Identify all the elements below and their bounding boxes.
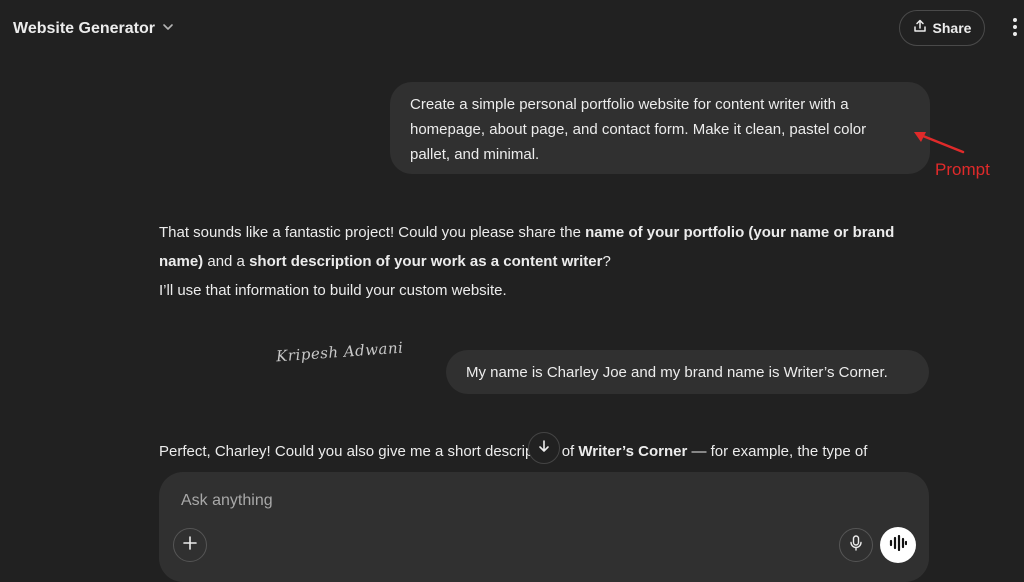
user-message: Create a simple personal portfolio websi… [390, 82, 930, 174]
plus-icon [183, 535, 197, 555]
chevron-down-icon [161, 20, 175, 39]
annotation-label: Prompt [935, 160, 990, 179]
signature-watermark: Kripesh Adwani [275, 338, 404, 366]
text-run: — for example, the type of [687, 443, 868, 460]
text-run: ? [602, 253, 611, 270]
assistant-paragraph: That sounds like a fantastic project! Co… [159, 218, 919, 276]
composer [159, 472, 929, 582]
bold-text: short description of your work as a cont… [249, 253, 603, 270]
share-label: Share [932, 20, 972, 36]
top-bar: Website Generator Share [0, 0, 1024, 58]
annotation-arrow-icon [914, 132, 965, 154]
voice-mode-button[interactable] [880, 527, 916, 563]
share-icon [913, 19, 927, 38]
assistant-paragraph: I’ll use that information to build your … [159, 282, 507, 299]
user-message-text: Create a simple personal portfolio websi… [410, 96, 867, 163]
share-button[interactable]: Share [899, 10, 985, 46]
text-run: and a [203, 253, 250, 270]
dictate-button[interactable] [839, 528, 873, 562]
more-options-button[interactable] [1005, 16, 1024, 42]
user-message-text: My name is Charley Joe and my brand name… [466, 364, 888, 381]
mic-icon [849, 534, 863, 556]
scroll-down-button[interactable] [528, 432, 560, 464]
prompt-input[interactable] [179, 486, 823, 516]
bold-text: Writer’s Corner [578, 443, 688, 460]
attach-button[interactable] [173, 528, 207, 562]
assistant-message: That sounds like a fantastic project! Co… [159, 218, 919, 305]
user-message: My name is Charley Joe and my brand name… [446, 350, 929, 394]
arrow-down-icon [537, 439, 551, 458]
model-title: Website Generator [13, 20, 155, 37]
text-run: That sounds like a fantastic project! Co… [159, 224, 586, 241]
text-run: Perfect, Charley! Could you also give me… [159, 443, 579, 460]
model-selector[interactable]: Website Generator [13, 18, 175, 40]
voice-waveform-icon [889, 534, 908, 556]
more-vertical-icon [1012, 17, 1018, 42]
